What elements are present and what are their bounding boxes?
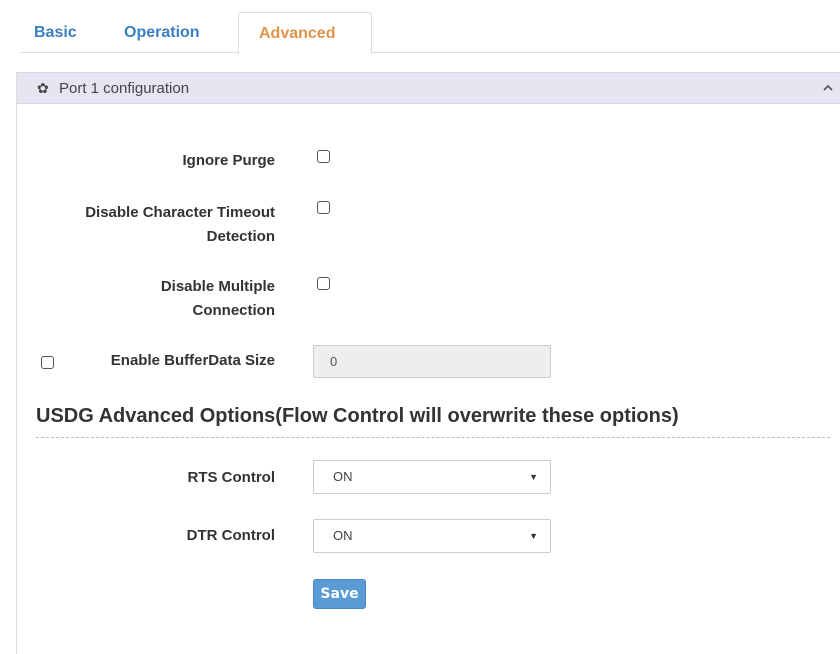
dropdown-caret-icon: ▼ <box>529 531 538 541</box>
ignore-purge-checkbox[interactable] <box>317 150 330 163</box>
gear-icon: ✿ <box>37 80 49 96</box>
ignore-purge-label: Ignore Purge <box>182 152 275 169</box>
buffer-data-size-input[interactable]: 0 <box>313 345 551 378</box>
panel-header[interactable]: ✿ Port 1 configuration <box>17 72 840 104</box>
disable-multiple-connection-label-line2: Connection <box>192 302 276 319</box>
tab-basic[interactable]: Basic <box>34 12 77 53</box>
save-button[interactable]: Save <box>313 579 366 609</box>
rts-control-label: RTS Control <box>187 469 276 486</box>
tab-advanced[interactable]: Advanced <box>238 12 372 54</box>
disable-char-timeout-checkbox[interactable] <box>317 201 330 214</box>
enable-buffer-data-size-checkbox[interactable] <box>41 356 54 369</box>
enable-buffer-data-size-label: Enable BufferData Size <box>110 352 275 369</box>
dtr-control-select[interactable]: ON ▼ <box>313 519 551 553</box>
panel-title: Port 1 configuration <box>59 80 190 97</box>
disable-multiple-connection-label-line1: Disable Multiple <box>160 278 275 295</box>
tab-operation[interactable]: Operation <box>124 12 200 53</box>
tab-bar: Basic Operation Advanced <box>20 12 840 54</box>
dtr-control-value: ON <box>333 528 353 543</box>
rts-control-value: ON <box>333 469 353 484</box>
disable-char-timeout-label-line2: Detection <box>206 228 275 245</box>
dtr-control-label: DTR Control <box>186 527 275 544</box>
section-divider <box>36 437 830 438</box>
disable-char-timeout-label-line1: Disable Character Timeout <box>85 204 275 221</box>
chevron-up-icon[interactable] <box>821 81 835 95</box>
disable-multiple-connection-checkbox[interactable] <box>317 277 330 290</box>
rts-control-select[interactable]: ON ▼ <box>313 460 551 494</box>
dropdown-caret-icon: ▼ <box>529 472 538 482</box>
usdg-section-title: USDG Advanced Options(Flow Control will … <box>36 405 679 427</box>
